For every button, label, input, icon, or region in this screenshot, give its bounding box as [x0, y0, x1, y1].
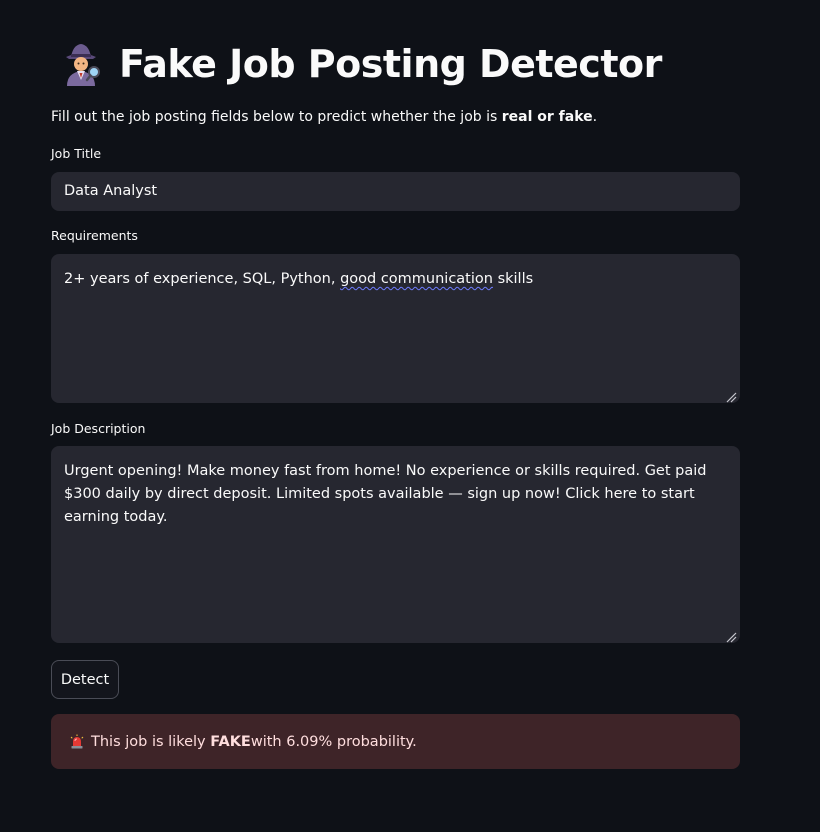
intro-text: Fill out the job posting fields below to…	[51, 106, 597, 128]
result-label: FAKE	[210, 733, 251, 750]
requirements-textarea[interactable]: 2+ years of experience, SQL, Python, goo…	[51, 254, 740, 403]
requirements-label: Requirements	[51, 228, 138, 243]
siren-icon	[69, 734, 85, 750]
requirements-resize-handle[interactable]	[725, 388, 737, 403]
page-title: Fake Job Posting Detector	[119, 42, 662, 86]
page-header: Fake Job Posting Detector	[57, 38, 662, 90]
job-title-label: Job Title	[51, 146, 102, 161]
requirements-spellcheck-flag: good communication	[340, 271, 493, 287]
requirements-value-prefix: 2+ years of experience, SQL, Python,	[64, 271, 341, 287]
description-textarea[interactable]: Urgent opening! Make money fast from hom…	[51, 446, 740, 643]
detect-button[interactable]: Detect	[51, 660, 119, 699]
requirements-value-suffix: skills	[492, 271, 534, 287]
description-value: Urgent opening! Make money fast from hom…	[64, 463, 707, 525]
description-label: Job Description	[51, 421, 146, 436]
result-text-suffix: with 6.09% probability.	[250, 733, 417, 750]
intro-text-suffix: .	[592, 109, 598, 125]
result-alert: This job is likely FAKE with 6.09% proba…	[51, 714, 740, 769]
job-title-input[interactable]: Data Analyst	[51, 172, 740, 211]
intro-text-prefix: Fill out the job posting fields below to…	[51, 109, 502, 125]
detective-icon	[57, 40, 105, 88]
intro-text-emphasis: real or fake	[501, 109, 593, 125]
result-text-prefix: This job is likely	[91, 733, 206, 750]
description-resize-handle[interactable]	[725, 628, 737, 643]
job-title-value: Data Analyst	[64, 183, 158, 199]
